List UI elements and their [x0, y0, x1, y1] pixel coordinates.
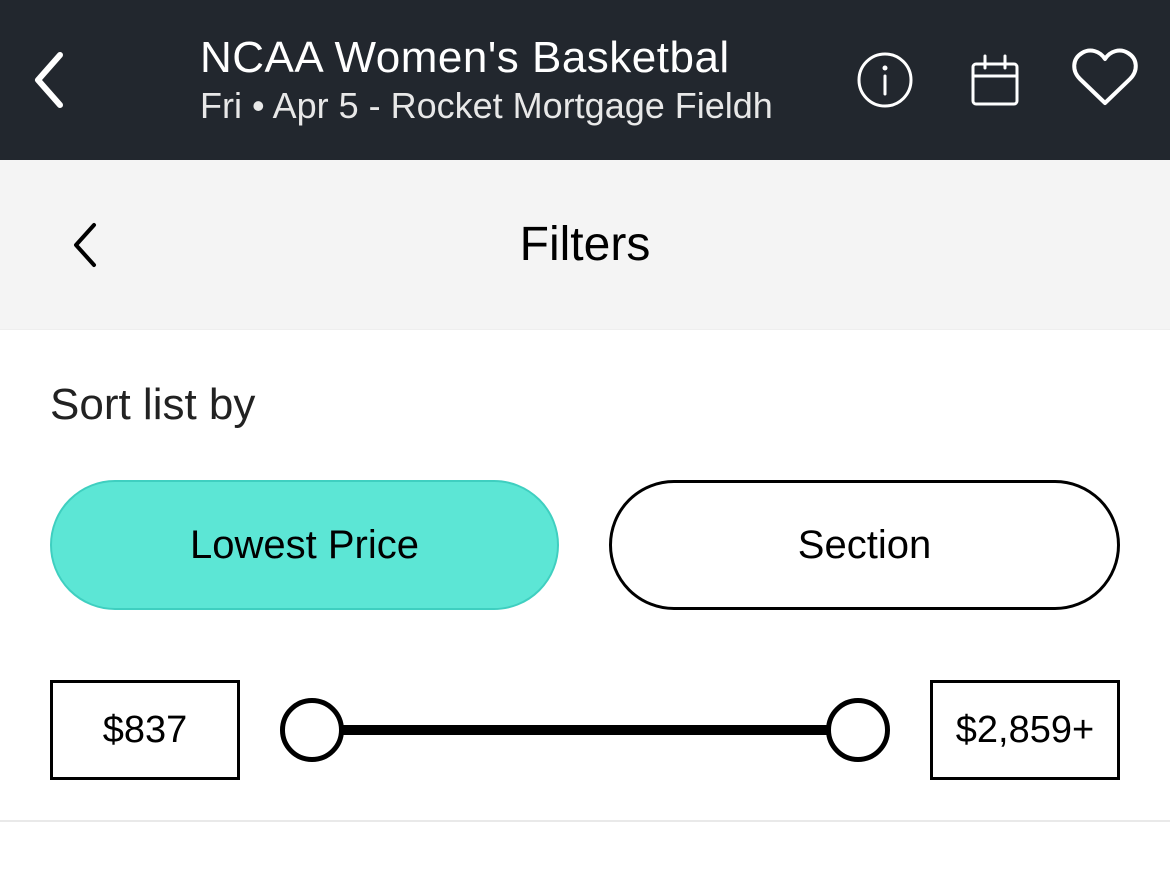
info-button[interactable] — [840, 35, 930, 125]
sort-options: Lowest Price Section — [50, 480, 1120, 610]
filters-back-button[interactable] — [60, 215, 110, 275]
sort-option-lowest-price[interactable]: Lowest Price — [50, 480, 559, 610]
price-max-box[interactable]: $2,859+ — [930, 680, 1120, 780]
filters-header: Filters — [0, 160, 1170, 330]
chevron-left-icon — [30, 50, 70, 110]
price-min-box[interactable]: $837 — [50, 680, 240, 780]
sort-option-section[interactable]: Section — [609, 480, 1120, 610]
event-subtitle: Fri • Apr 5 - Rocket Mortgage Fieldh — [200, 85, 800, 127]
chevron-left-icon — [70, 221, 100, 269]
slider-handle-min[interactable] — [280, 698, 344, 762]
price-range-slider[interactable] — [280, 690, 890, 770]
slider-handle-max[interactable] — [826, 698, 890, 762]
event-title: NCAA Women's Basketbal — [200, 33, 800, 83]
heart-icon — [1070, 45, 1140, 115]
event-title-block: NCAA Women's Basketbal Fri • Apr 5 - Roc… — [200, 33, 800, 127]
sort-label: Sort list by — [50, 380, 1120, 430]
price-range-row: $837 $2,859+ — [50, 680, 1120, 780]
slider-track — [312, 725, 858, 735]
top-app-bar: NCAA Women's Basketbal Fri • Apr 5 - Roc… — [0, 0, 1170, 160]
info-icon — [855, 50, 915, 110]
favorite-button[interactable] — [1060, 35, 1150, 125]
back-button[interactable] — [10, 0, 90, 160]
sort-option-label: Lowest Price — [190, 523, 419, 568]
filters-title: Filters — [0, 217, 1170, 272]
calendar-button[interactable] — [950, 35, 1040, 125]
price-min-value: $837 — [103, 709, 188, 752]
filters-content: Sort list by Lowest Price Section $837 $… — [0, 330, 1170, 822]
price-max-value: $2,859+ — [956, 709, 1094, 752]
calendar-icon — [965, 50, 1025, 110]
sort-option-label: Section — [798, 523, 931, 568]
